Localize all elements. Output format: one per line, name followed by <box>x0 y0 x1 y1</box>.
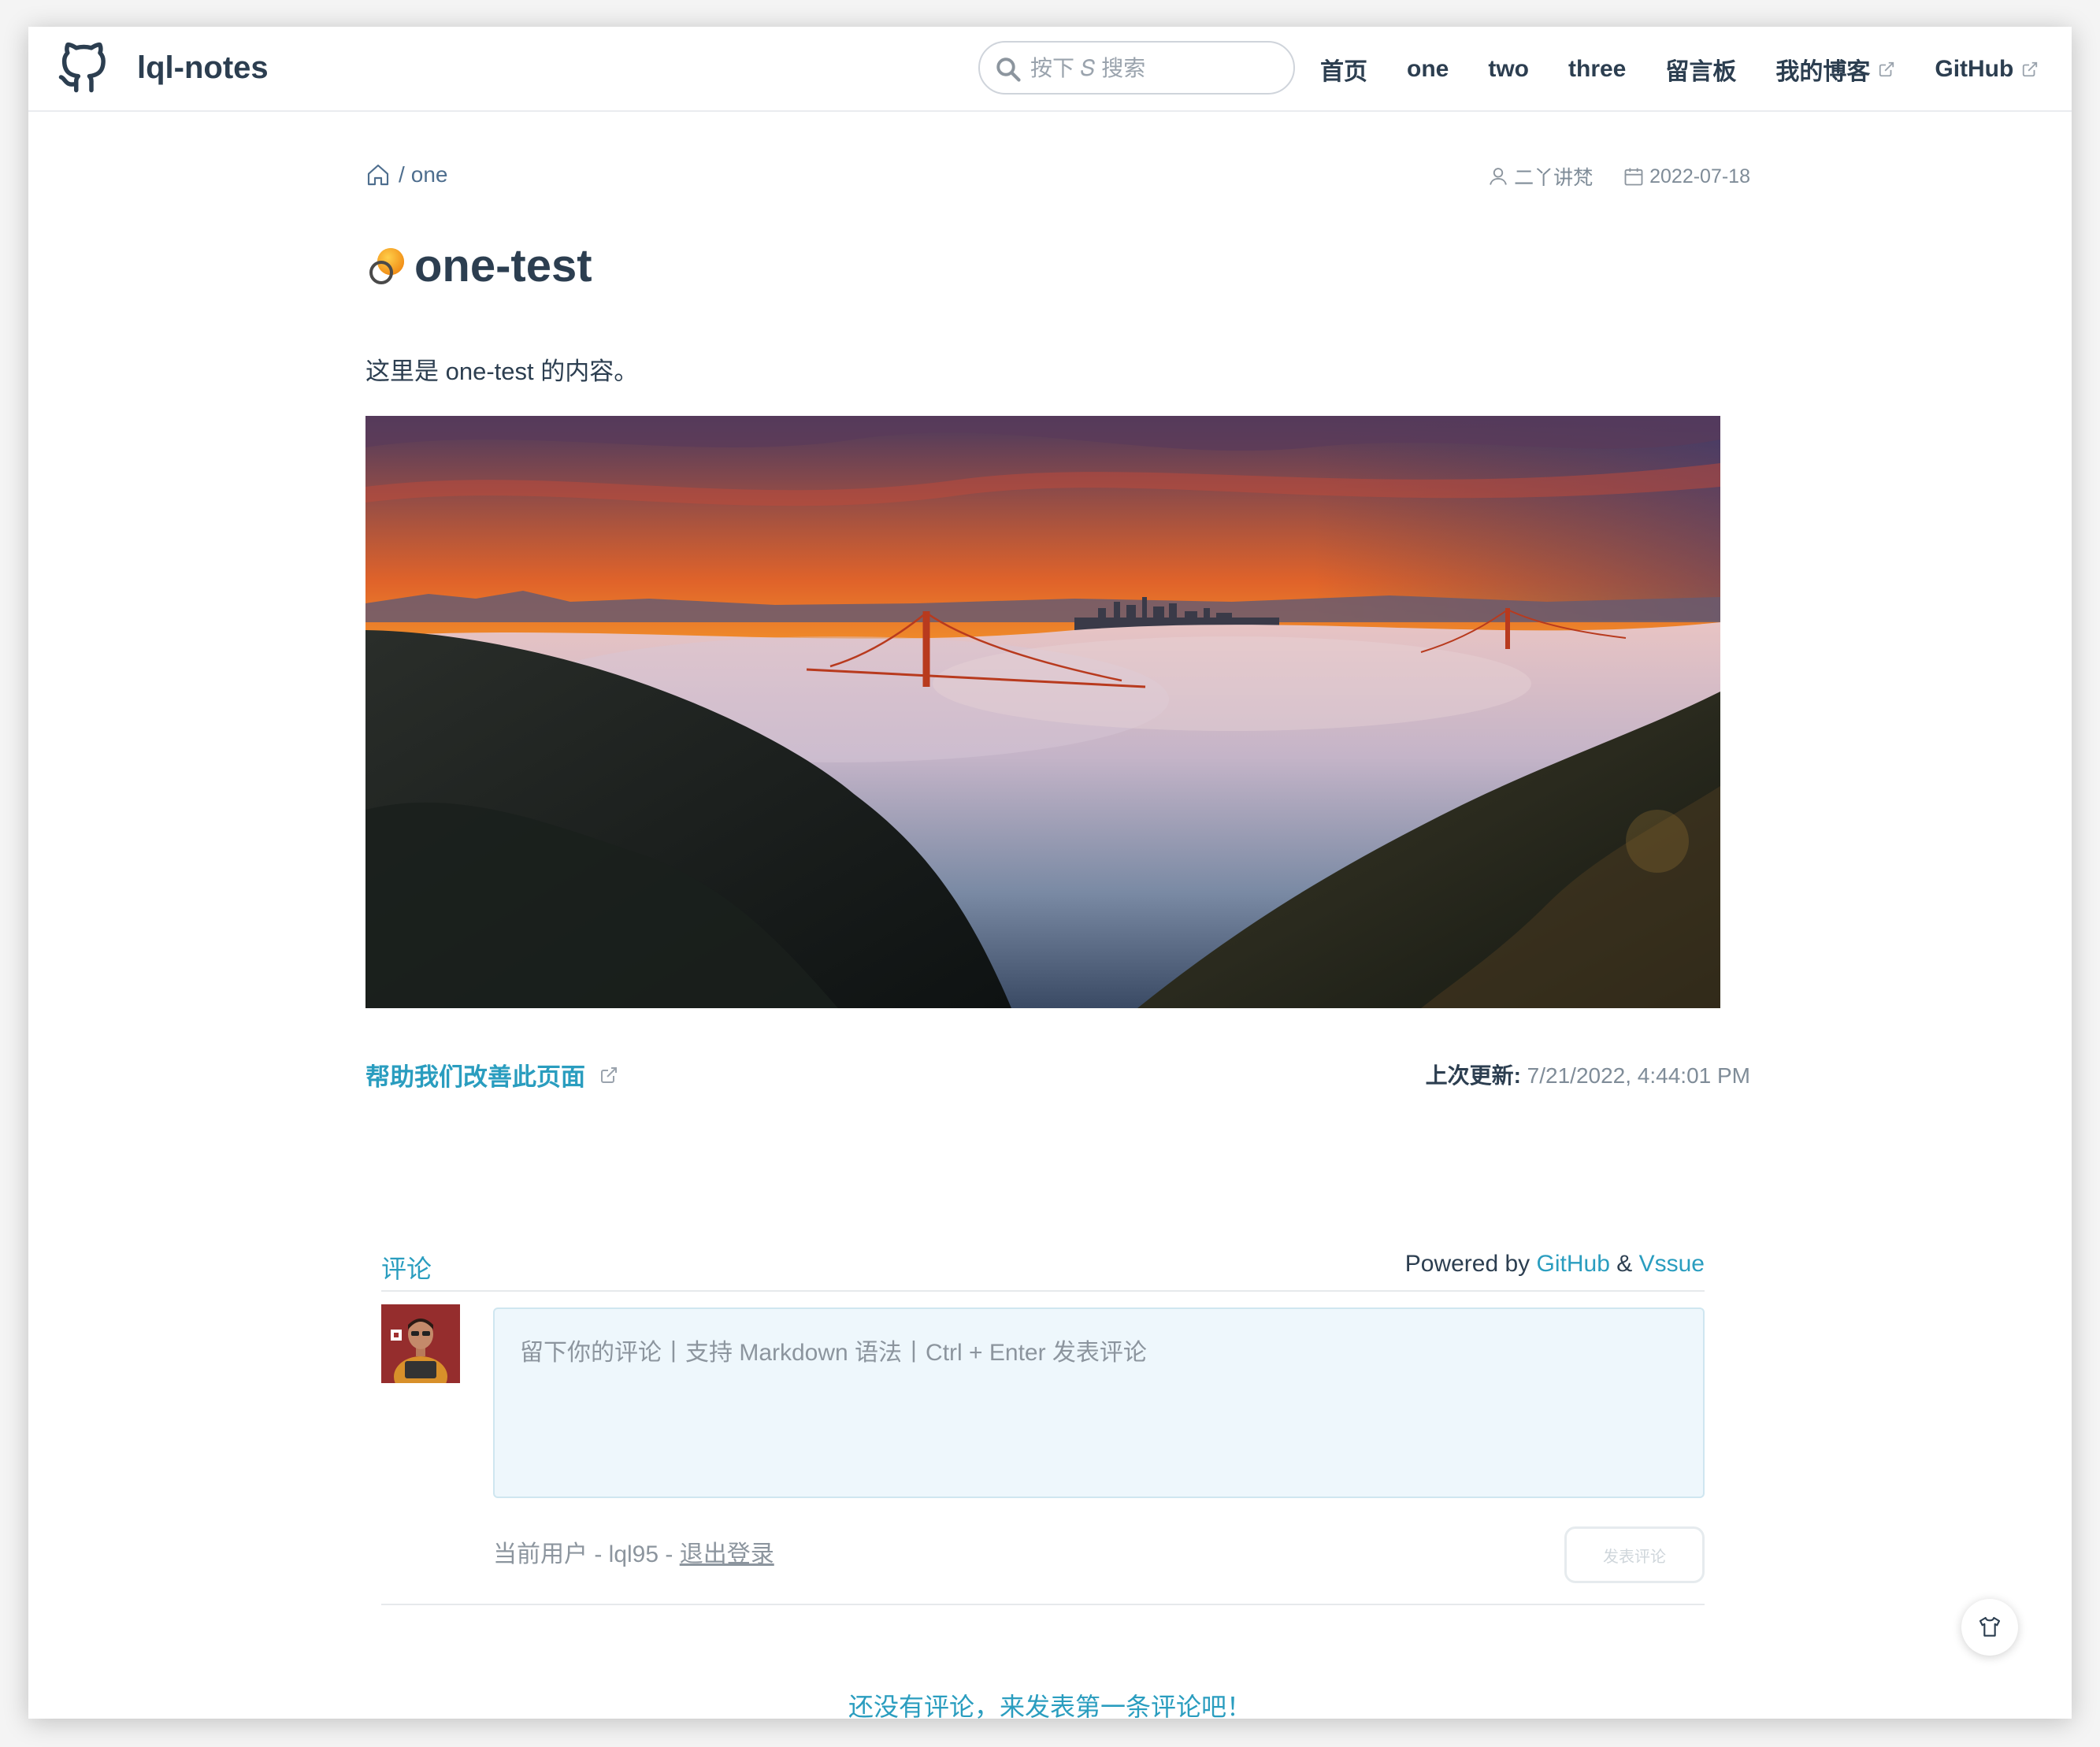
nav-item-label: GitHub <box>1935 56 2014 82</box>
browser-window: lql-notes 首页 one two three 留言板 我的博客 GitH… <box>28 27 2072 1719</box>
calendar-icon <box>1624 168 1643 186</box>
page-content: 这里是 one-test 的内容。 <box>365 358 639 385</box>
page-title: one-test <box>414 240 592 291</box>
date-info: 2022-07-18 <box>1623 165 1750 188</box>
home-icon[interactable] <box>365 162 391 187</box>
github-link[interactable]: GitHub <box>1537 1251 1610 1277</box>
nav-item-label: two <box>1488 56 1529 82</box>
nav-item-one[interactable]: one <box>1407 56 1449 83</box>
no-comments-message: 还没有评论，来发表第一条评论吧！ <box>848 1693 1252 1719</box>
comments-title: 评论 <box>381 1255 432 1283</box>
page-title-row: one-test <box>365 239 592 292</box>
external-link-icon <box>2023 61 2038 77</box>
vssue-link[interactable]: Vssue <box>1639 1251 1705 1277</box>
divider <box>381 1604 1705 1605</box>
nav-item-label: 我的博客 <box>1775 59 1871 85</box>
comment-textarea[interactable] <box>518 1331 1679 1476</box>
external-link-icon <box>1879 61 1894 77</box>
submit-comment-button[interactable]: 发表评论 <box>1564 1526 1705 1583</box>
powered-by: Powered by GitHub & Vssue <box>1405 1251 1705 1278</box>
breadcrumb: / one <box>365 162 448 187</box>
edit-page-link[interactable]: 帮助我们改善此页面 <box>365 1057 618 1092</box>
search-icon <box>996 57 1021 82</box>
nav-item-home[interactable]: 首页 <box>1320 52 1367 87</box>
search-input[interactable] <box>1029 50 1284 87</box>
edit-link-label: 帮助我们改善此页面 <box>365 1063 585 1091</box>
author-name: 二丫讲梵 <box>1514 167 1594 189</box>
comment-input-box[interactable] <box>493 1307 1705 1498</box>
golden-gate-photo <box>365 416 1720 1008</box>
last-updated: 上次更新: 7/21/2022, 4:44:01 PM <box>1210 1059 1750 1090</box>
nav-item-three[interactable]: three <box>1568 56 1626 83</box>
publish-date: 2022-07-18 <box>1649 165 1750 187</box>
user-avatar-image <box>381 1304 460 1383</box>
nav-item-message-board[interactable]: 留言板 <box>1665 52 1736 87</box>
hero-image <box>365 416 1720 1008</box>
breadcrumb-current[interactable]: one <box>411 162 448 187</box>
nav-item-label: three <box>1568 56 1627 82</box>
current-user-text: 当前用户 - lql95 - <box>493 1541 673 1567</box>
title-decoration-icon <box>369 247 404 284</box>
nav-item-my-blog[interactable]: 我的博客 <box>1775 52 1895 87</box>
nav-item-label: one <box>1407 56 1449 82</box>
nav-item-label: 首页 <box>1320 59 1367 85</box>
article-meta: 二丫讲梵 2022-07-18 <box>1446 161 1750 192</box>
logout-link[interactable]: 退出登录 <box>680 1541 774 1567</box>
nav-links: 首页 one two three 留言板 我的博客 GitHub <box>1320 47 2072 91</box>
search-box[interactable] <box>978 41 1295 95</box>
nav-item-label: 留言板 <box>1665 59 1737 85</box>
last-updated-label: 上次更新: <box>1425 1063 1521 1088</box>
site-name[interactable]: lql-notes <box>137 44 269 91</box>
author-info[interactable]: 二丫讲梵 <box>1487 162 1593 191</box>
nav-item-two[interactable]: two <box>1488 56 1529 83</box>
breadcrumb-separator: / <box>399 162 405 187</box>
nav-item-github[interactable]: GitHub <box>1935 56 2039 83</box>
navbar: lql-notes 首页 one two three 留言板 我的博客 GitH… <box>28 27 2072 112</box>
user-icon <box>1490 168 1507 185</box>
current-user-info: 当前用户 - lql95 - 退出登录 <box>493 1534 774 1569</box>
external-link-icon <box>601 1066 617 1083</box>
theme-toggle-button[interactable] <box>1961 1599 2018 1656</box>
last-updated-value: 7/21/2022, 4:44:01 PM <box>1527 1063 1750 1088</box>
tshirt-icon <box>1979 1616 2001 1637</box>
powered-prefix: Powered by <box>1404 1251 1530 1277</box>
github-cat-icon[interactable] <box>57 41 109 96</box>
powered-amp: & <box>1616 1251 1633 1277</box>
comments-header: 评论 Powered by GitHub & Vssue <box>381 1243 1705 1292</box>
avatar[interactable] <box>381 1304 460 1383</box>
